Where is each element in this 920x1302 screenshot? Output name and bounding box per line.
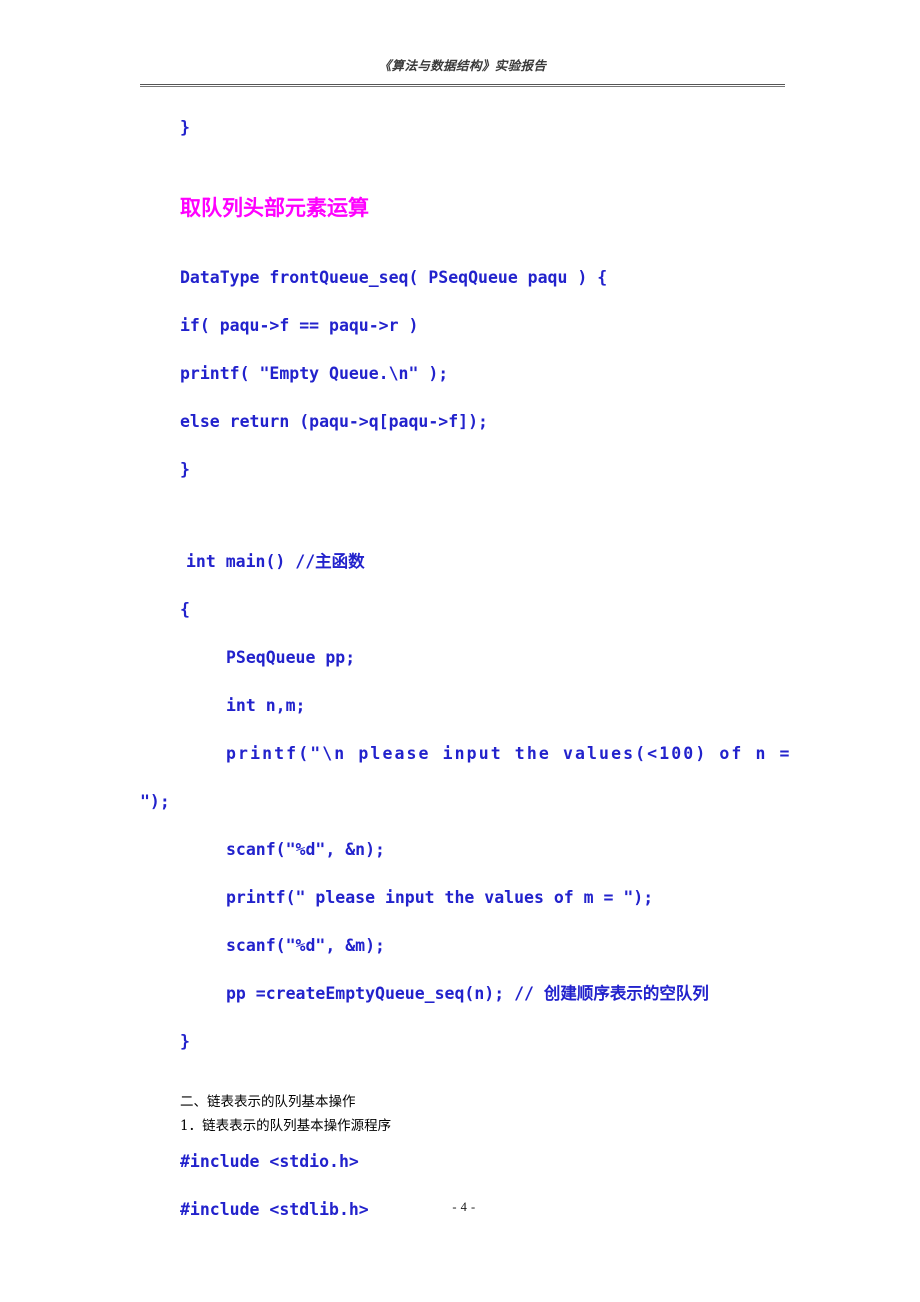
running-header: 《算法与数据结构》实验报告	[140, 58, 785, 92]
code-line-printf-prompt-n: printf("\n please input the values(<100)…	[140, 730, 792, 826]
code-line-declare-pseqqueue: PSeqQueue pp;	[226, 648, 356, 667]
code-line-front-if: if( paqu->f == paqu->r )	[180, 316, 419, 335]
header-divider	[140, 84, 785, 87]
header-title: 《算法与数据结构》实验报告	[378, 59, 547, 73]
page-number: - 4 -	[452, 1200, 476, 1214]
code-line-declare-int: int n,m;	[226, 696, 306, 715]
document-page: 《算法与数据结构》实验报告 } 取队列头部元素运算 DataType front…	[0, 0, 920, 1302]
page-footer: - 4 -	[140, 1198, 788, 1216]
code-line-scanf-n: scanf("%d", &n);	[226, 840, 385, 859]
code-line-front-printf: printf( "Empty Queue.\n" );	[180, 364, 449, 383]
code-line-include-stdio: #include <stdio.h>	[180, 1152, 359, 1171]
section-two-title: 二、链表表示的队列基本操作	[180, 1094, 356, 1110]
code-line-create-empty-queue: pp =createEmptyQueue_seq(n); // 创建顺序表示的空…	[226, 984, 709, 1003]
document-body: } 取队列头部元素运算 DataType frontQueue_seq( PSe…	[140, 104, 792, 1234]
code-line-printf-prompt-n-part1: printf("\n please input the values(<100)…	[226, 744, 792, 763]
code-line-close-brace-2: }	[180, 460, 190, 479]
code-line-close-brace-3: }	[180, 1032, 190, 1051]
code-line-scanf-m: scanf("%d", &m);	[226, 936, 385, 955]
code-line-main-open-brace: {	[180, 600, 190, 619]
code-line-front-else-return: else return (paqu->q[paqu->f]);	[180, 412, 488, 431]
code-line-printf-prompt-n-part2: ");	[140, 792, 170, 811]
code-line-main-signature: int main() //主函数	[186, 552, 365, 571]
section-heading-front-queue: 取队列头部元素运算	[180, 196, 369, 220]
subsection-one-title: 1．链表表示的队列基本操作源程序	[180, 1118, 392, 1134]
code-line-front-signature: DataType frontQueue_seq( PSeqQueue paqu …	[180, 268, 608, 287]
code-line-close-brace-1: }	[180, 118, 190, 137]
code-line-printf-prompt-m: printf(" please input the values of m = …	[226, 888, 654, 907]
